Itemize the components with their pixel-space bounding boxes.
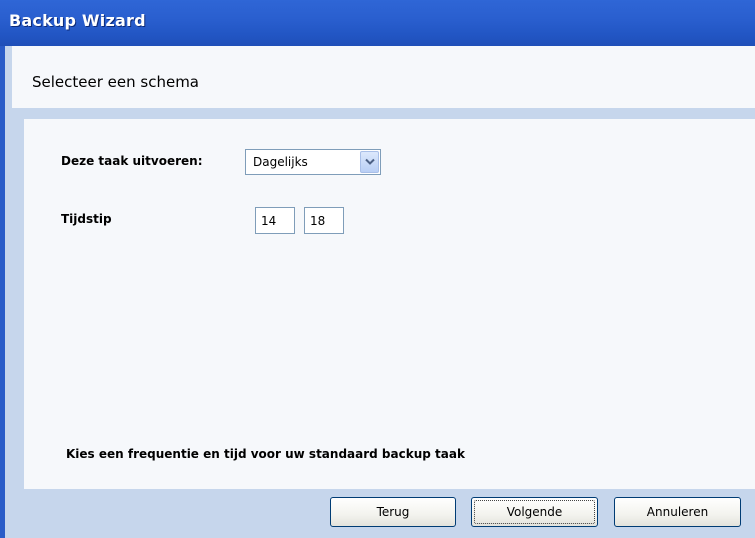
page-title: Selecteer een schema bbox=[32, 73, 199, 91]
chevron-down-icon bbox=[365, 158, 375, 165]
header-divider bbox=[12, 108, 755, 119]
cancel-button[interactable]: Annuleren bbox=[614, 497, 741, 527]
backup-wizard-window: Backup Wizard Selecteer een schema Deze … bbox=[0, 0, 755, 538]
frequency-selected-value: Dagelijks bbox=[253, 155, 308, 169]
back-button[interactable]: Terug bbox=[330, 497, 456, 527]
next-button[interactable]: Volgende bbox=[471, 497, 598, 527]
content-panel bbox=[24, 119, 755, 489]
hour-input[interactable]: 14 bbox=[255, 207, 295, 234]
minute-value: 18 bbox=[310, 214, 326, 228]
minute-input[interactable]: 18 bbox=[304, 207, 344, 234]
frequency-label: Deze taak uitvoeren: bbox=[61, 154, 203, 168]
time-label: Tijdstip bbox=[61, 212, 112, 226]
hour-value: 14 bbox=[261, 214, 277, 228]
hint-text: Kies een frequentie en tijd voor uw stan… bbox=[66, 447, 465, 461]
window-title: Backup Wizard bbox=[9, 11, 146, 30]
title-bar[interactable]: Backup Wizard bbox=[0, 0, 755, 46]
dropdown-button[interactable] bbox=[360, 151, 379, 173]
wizard-header: Selecteer een schema bbox=[12, 46, 755, 108]
frequency-select[interactable]: Dagelijks bbox=[245, 149, 381, 175]
next-button-label: Volgende bbox=[474, 500, 595, 524]
